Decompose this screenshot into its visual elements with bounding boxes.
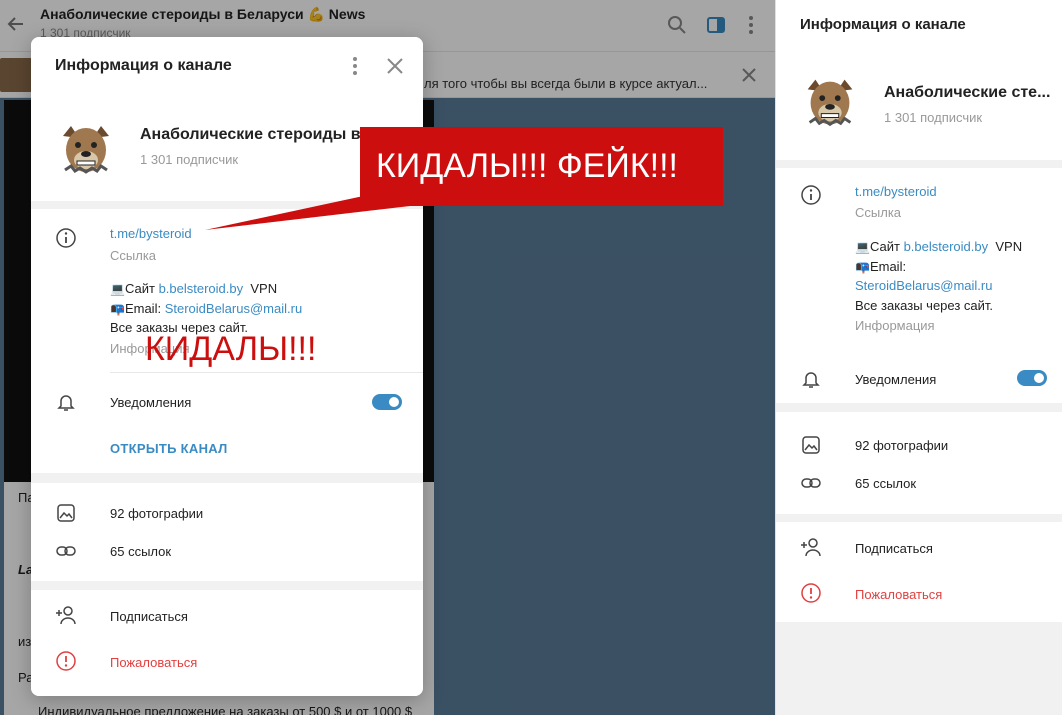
site-link[interactable]: b.belsteroid.by — [904, 239, 989, 254]
add-user-icon — [56, 606, 76, 625]
orders-text: Все заказы через сайт. — [855, 298, 994, 313]
channel-subscribers: 1 301 подписчик — [884, 110, 983, 125]
subscribe-button[interactable]: Подписаться — [110, 609, 188, 624]
bell-icon — [802, 372, 820, 388]
photos-count[interactable]: 92 фотографии — [110, 506, 203, 521]
right-info-panel: Информация о канале Анаболические сте...… — [775, 0, 1062, 715]
rp-media-section — [776, 412, 1062, 514]
channel-subscribers: 1 301 подписчик — [140, 152, 239, 167]
notifications-toggle[interactable] — [372, 394, 402, 410]
report-button[interactable]: Пожаловаться — [855, 587, 942, 602]
email-line: 📭Email: — [855, 259, 907, 274]
info-icon — [801, 185, 821, 205]
mailbox-icon: 📭 — [855, 260, 870, 274]
divider — [110, 372, 423, 373]
photo-icon — [802, 436, 820, 454]
computer-icon: 💻 — [855, 240, 870, 254]
panel-title: Информация о канале — [800, 16, 966, 33]
modal-actions-section — [31, 590, 423, 696]
email-link[interactable]: SteroidBelarus@mail.ru — [855, 278, 992, 293]
photo-icon — [57, 504, 75, 522]
channel-avatar[interactable] — [51, 114, 121, 184]
report-icon — [801, 583, 821, 603]
scam-warning-text: КИДАЛЫ!!! — [145, 330, 317, 368]
mailbox-icon: 📭 — [110, 302, 125, 316]
more-vertical-icon[interactable] — [344, 55, 366, 77]
rp-header-section: Информация о канале Анаболические сте...… — [776, 0, 1062, 160]
notifications-label: Уведомления — [855, 372, 937, 387]
scam-callout: КИДАЛЫ!!! ФЕЙК!!! — [360, 127, 723, 206]
link-icon — [56, 546, 76, 556]
add-user-icon — [801, 538, 821, 557]
channel-avatar[interactable] — [796, 68, 864, 136]
modal-title: Информация о канале — [55, 57, 232, 74]
telegram-app: Анаболические стероиды в Беларуси 💪 News… — [0, 0, 1062, 715]
report-button[interactable]: Пожаловаться — [110, 655, 197, 670]
report-icon — [56, 651, 76, 671]
info-caption: Информация — [855, 318, 935, 333]
channel-link[interactable]: t.me/bysteroid — [110, 226, 192, 241]
open-channel-button[interactable]: ОТКРЫТЬ КАНАЛ — [110, 441, 228, 456]
callout-text: КИДАЛЫ!!! ФЕЙК!!! — [376, 147, 678, 185]
close-icon[interactable] — [384, 55, 406, 77]
email-line: 📭Email: SteroidBelarus@mail.ru — [110, 301, 303, 316]
link-icon — [801, 478, 821, 488]
notifications-toggle[interactable] — [1017, 370, 1047, 386]
notifications-label: Уведомления — [110, 395, 192, 410]
bell-icon — [57, 395, 75, 411]
email-line-2: SteroidBelarus@mail.ru — [855, 278, 992, 293]
site-link[interactable]: b.belsteroid.by — [159, 281, 244, 296]
site-line: 💻Сайт b.belsteroid.by VPN — [110, 281, 278, 296]
modal-media-section — [31, 483, 423, 581]
site-line: 💻Сайт b.belsteroid.by VPN — [855, 239, 1023, 254]
rp-actions-section — [776, 522, 1062, 622]
computer-icon: 💻 — [110, 282, 125, 296]
links-count[interactable]: 65 ссылок — [855, 476, 916, 491]
info-icon — [56, 228, 76, 248]
channel-link[interactable]: t.me/bysteroid — [855, 184, 937, 199]
links-count[interactable]: 65 ссылок — [110, 544, 171, 559]
email-link[interactable]: SteroidBelarus@mail.ru — [165, 301, 302, 316]
subscribe-button[interactable]: Подписаться — [855, 541, 933, 556]
link-caption: Ссылка — [110, 248, 157, 263]
photos-count[interactable]: 92 фотографии — [855, 438, 948, 453]
link-caption: Ссылка — [855, 205, 902, 220]
channel-name: Анаболические сте... — [884, 84, 1051, 101]
